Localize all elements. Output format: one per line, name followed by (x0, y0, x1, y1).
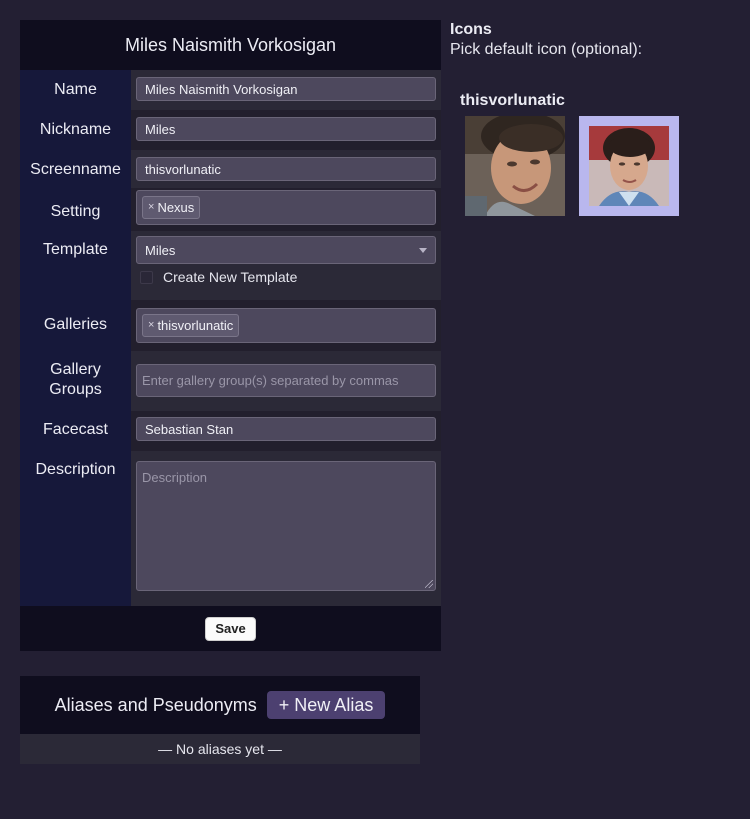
screenname-label: Screenname (30, 161, 121, 178)
template-select-value: Miles (145, 242, 176, 258)
resize-grip-icon[interactable] (425, 580, 433, 588)
template-label: Template (43, 241, 108, 258)
icons-title: Icons (450, 21, 492, 38)
description-placeholder: Description (142, 470, 208, 485)
aliases-empty-message: — No aliases yet — (20, 734, 420, 764)
create-template-option: Create New Template (140, 269, 436, 285)
nickname-row: Nickname Miles (20, 110, 441, 150)
facecast-label: Facecast (43, 421, 108, 438)
screenname-field-cell: thisvorlunatic (131, 150, 441, 188)
gallery-groups-field-cell: Enter gallery group(s) separated by comm… (131, 351, 441, 411)
gallery-groups-row: Gallery Groups Enter gallery group(s) se… (20, 351, 441, 411)
setting-tag-label: Nexus (157, 200, 195, 215)
facecast-row: Facecast Sebastian Stan (20, 411, 441, 451)
tag-remove-icon[interactable]: × (148, 197, 154, 218)
portrait-icon (465, 116, 565, 216)
description-label: Description (35, 461, 116, 478)
setting-row: Setting × Nexus (20, 188, 441, 231)
form-footer: Save (20, 606, 441, 651)
gallery-tag-label: thisvorlunatic (157, 318, 234, 333)
setting-field-cell: × Nexus (131, 188, 441, 231)
description-field-cell: Description (131, 451, 441, 606)
setting-multiselect[interactable]: × Nexus (136, 190, 436, 225)
nickname-input[interactable]: Miles (136, 117, 436, 141)
screenname-row: Screenname thisvorlunatic (20, 150, 441, 188)
galleries-field-cell: × thisvorlunatic (131, 300, 441, 351)
template-field-cell: Miles Create New Template (131, 231, 441, 300)
name-input[interactable]: Miles Naismith Vorkosigan (136, 77, 436, 101)
create-template-label[interactable]: Create New Template (163, 269, 297, 285)
description-textarea[interactable]: Description (136, 461, 436, 591)
icon-option-selected[interactable] (579, 116, 679, 216)
nickname-label: Nickname (39, 121, 112, 138)
nickname-field-cell: Miles (131, 110, 441, 150)
icon-gallery-name: thisvorlunatic (460, 92, 565, 109)
icons-section: Icons Pick default icon (optional): this… (450, 20, 740, 216)
save-button[interactable]: Save (205, 616, 256, 641)
icons-subtitle: Pick default icon (optional): (450, 41, 643, 58)
name-row: Name Miles Naismith Vorkosigan (20, 70, 441, 110)
gallery-tag: × thisvorlunatic (142, 314, 240, 337)
aliases-title: Aliases and Pseudonyms (54, 694, 257, 715)
galleries-label: Galleries (43, 316, 108, 333)
create-template-checkbox[interactable] (140, 270, 153, 284)
icon-option[interactable] (465, 116, 565, 216)
aliases-panel: Aliases and Pseudonyms + New Alias — No … (20, 676, 420, 764)
character-title: Miles Naismith Vorkosigan (20, 20, 441, 70)
gallery-groups-label: Gallery Groups (49, 361, 102, 398)
icon-grid (465, 116, 740, 216)
name-field-cell: Miles Naismith Vorkosigan (131, 70, 441, 110)
new-alias-button[interactable]: + New Alias (266, 691, 386, 719)
template-select[interactable]: Miles (136, 236, 436, 264)
facecast-field-cell: Sebastian Stan (131, 411, 441, 451)
gallery-groups-input[interactable]: Enter gallery group(s) separated by comm… (136, 364, 436, 397)
facecast-input[interactable]: Sebastian Stan (136, 417, 436, 441)
aliases-header: Aliases and Pseudonyms + New Alias (20, 676, 420, 734)
galleries-row: Galleries × thisvorlunatic (20, 300, 441, 351)
setting-label: Setting (50, 203, 101, 220)
tag-remove-icon[interactable]: × (148, 315, 154, 336)
description-row: Description Description (20, 451, 441, 606)
name-label: Name (54, 81, 97, 98)
form-body: Name Miles Naismith Vorkosigan Nickname … (20, 70, 441, 606)
character-form: Miles Naismith Vorkosigan Name Miles Nai… (20, 20, 441, 651)
chevron-down-icon (419, 247, 427, 253)
galleries-multiselect[interactable]: × thisvorlunatic (136, 308, 436, 343)
template-row: Template Miles Create New Template (20, 231, 441, 300)
screenname-input[interactable]: thisvorlunatic (136, 157, 436, 181)
portrait-icon (589, 126, 669, 206)
setting-tag: × Nexus (142, 196, 201, 219)
